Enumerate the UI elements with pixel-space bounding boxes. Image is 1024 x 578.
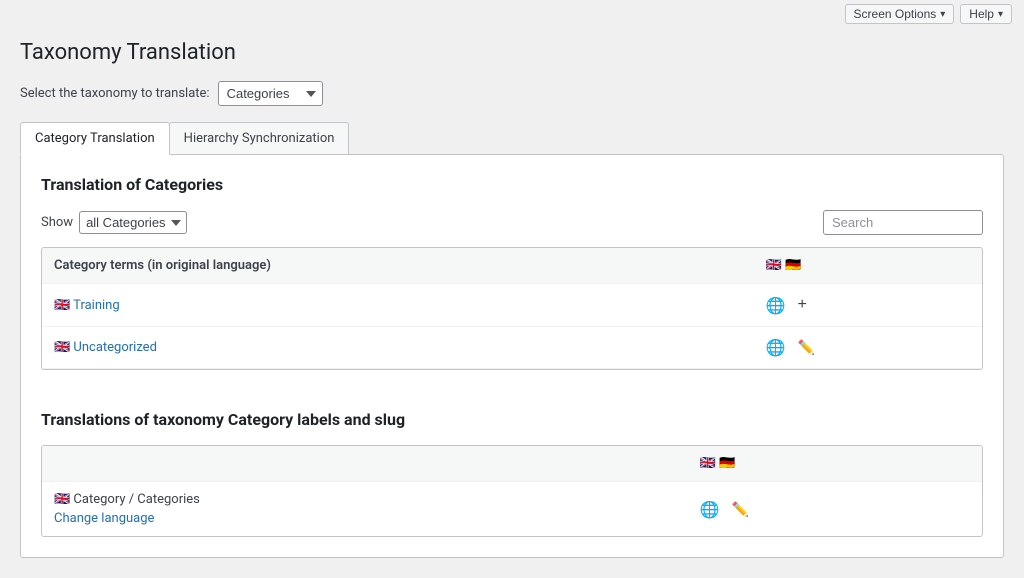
flag-uk: 🇬🇧 <box>700 456 716 471</box>
edit-icon: ✏️ <box>732 501 749 518</box>
section-spacer <box>41 390 983 410</box>
labels-table-wrapper: 🇬🇧 🇩🇪 🇬🇧 Category / Categories Change la… <box>41 445 983 537</box>
page-content: Taxonomy Translation Select the taxonomy… <box>0 28 1024 578</box>
screen-options-button[interactable]: Screen Options ▾ <box>845 4 955 24</box>
globe-icon: 🌐 <box>766 296 786 315</box>
flag-uk: 🇬🇧 <box>766 258 782 273</box>
edit-icon: ✏️ <box>797 339 814 356</box>
help-arrow-icon: ▾ <box>998 9 1003 20</box>
taxonomy-select-row: Select the taxonomy to translate: Catego… <box>20 81 1004 106</box>
plus-icon: + <box>797 296 806 314</box>
edit-translation-button[interactable]: ✏️ <box>793 337 818 358</box>
change-language-link[interactable]: Change language <box>54 511 676 526</box>
help-label: Help <box>969 7 994 21</box>
screen-options-label: Screen Options <box>854 7 937 21</box>
labels-col-flags: 🇬🇧 🇩🇪 <box>688 446 982 482</box>
taxonomy-select[interactable]: Categories Tags Post Format <box>218 81 323 106</box>
term-cell: 🇬🇧 Uncategorized <box>42 327 754 369</box>
table-row: 🇬🇧 Uncategorized 🌐 ✏️ <box>42 327 982 369</box>
top-bar: Screen Options ▾ Help ▾ <box>0 0 1024 28</box>
tabs: Category Translation Hierarchy Synchroni… <box>20 122 1004 154</box>
edit-label-button[interactable]: ✏️ <box>728 499 753 520</box>
tabs-container: Category Translation Hierarchy Synchroni… <box>20 122 1004 558</box>
actions-cell: 🌐 + <box>754 284 982 327</box>
table-row: 🇬🇧 Training 🌐 + <box>42 284 982 327</box>
labels-col-empty <box>42 446 688 482</box>
term-link-uncategorized[interactable]: Uncategorized <box>73 340 156 355</box>
help-button[interactable]: Help ▾ <box>960 4 1012 24</box>
tab-panel-category-translation: Translation of Categories Show all Categ… <box>20 154 1004 558</box>
categories-table-wrapper: Category terms (in original language) 🇬🇧… <box>41 247 983 370</box>
flag-uk: 🇬🇧 <box>54 492 70 507</box>
col-flags-header: 🇬🇧 🇩🇪 <box>754 248 982 284</box>
labels-term-cell: 🇬🇧 Category / Categories Change language <box>42 482 688 537</box>
flag-uk: 🇬🇧 <box>54 340 70 355</box>
section2-title: Translations of taxonomy Category labels… <box>41 410 983 429</box>
table-header-row: Category terms (in original language) 🇬🇧… <box>42 248 982 284</box>
taxonomy-select-label: Select the taxonomy to translate: <box>20 86 210 101</box>
search-input[interactable] <box>823 210 983 235</box>
screen-options-arrow-icon: ▾ <box>940 9 945 20</box>
flag-de: 🇩🇪 <box>719 456 735 471</box>
term-link-training[interactable]: Training <box>73 298 119 313</box>
filter-row: Show all Categories <box>41 210 983 235</box>
labels-table: 🇬🇧 🇩🇪 🇬🇧 Category / Categories Change la… <box>42 446 982 536</box>
col-term-header: Category terms (in original language) <box>42 248 754 284</box>
labels-header-row: 🇬🇧 🇩🇪 <box>42 446 982 482</box>
filter-show-label: Show <box>41 215 73 230</box>
term-cell: 🇬🇧 Training <box>42 284 754 327</box>
tab-hierarchy-synchronization[interactable]: Hierarchy Synchronization <box>169 122 350 154</box>
actions-cell: 🌐 ✏️ <box>754 327 982 369</box>
categories-table: Category terms (in original language) 🇬🇧… <box>42 248 982 369</box>
flag-uk: 🇬🇧 <box>54 298 70 313</box>
tab-category-translation[interactable]: Category Translation <box>20 122 170 155</box>
globe-icon: 🌐 <box>766 338 786 357</box>
flag-de: 🇩🇪 <box>785 258 801 273</box>
filter-left: Show all Categories <box>41 211 187 234</box>
page-title: Taxonomy Translation <box>20 40 1004 65</box>
labels-actions-cell: 🌐 ✏️ <box>688 482 982 537</box>
labels-term-text: Category / Categories <box>73 492 199 507</box>
add-translation-button[interactable]: + <box>793 294 810 316</box>
globe-icon: 🌐 <box>700 500 720 519</box>
table-row: 🇬🇧 Category / Categories Change language… <box>42 482 982 537</box>
section1-title: Translation of Categories <box>41 175 983 194</box>
filter-select[interactable]: all Categories <box>79 211 187 234</box>
